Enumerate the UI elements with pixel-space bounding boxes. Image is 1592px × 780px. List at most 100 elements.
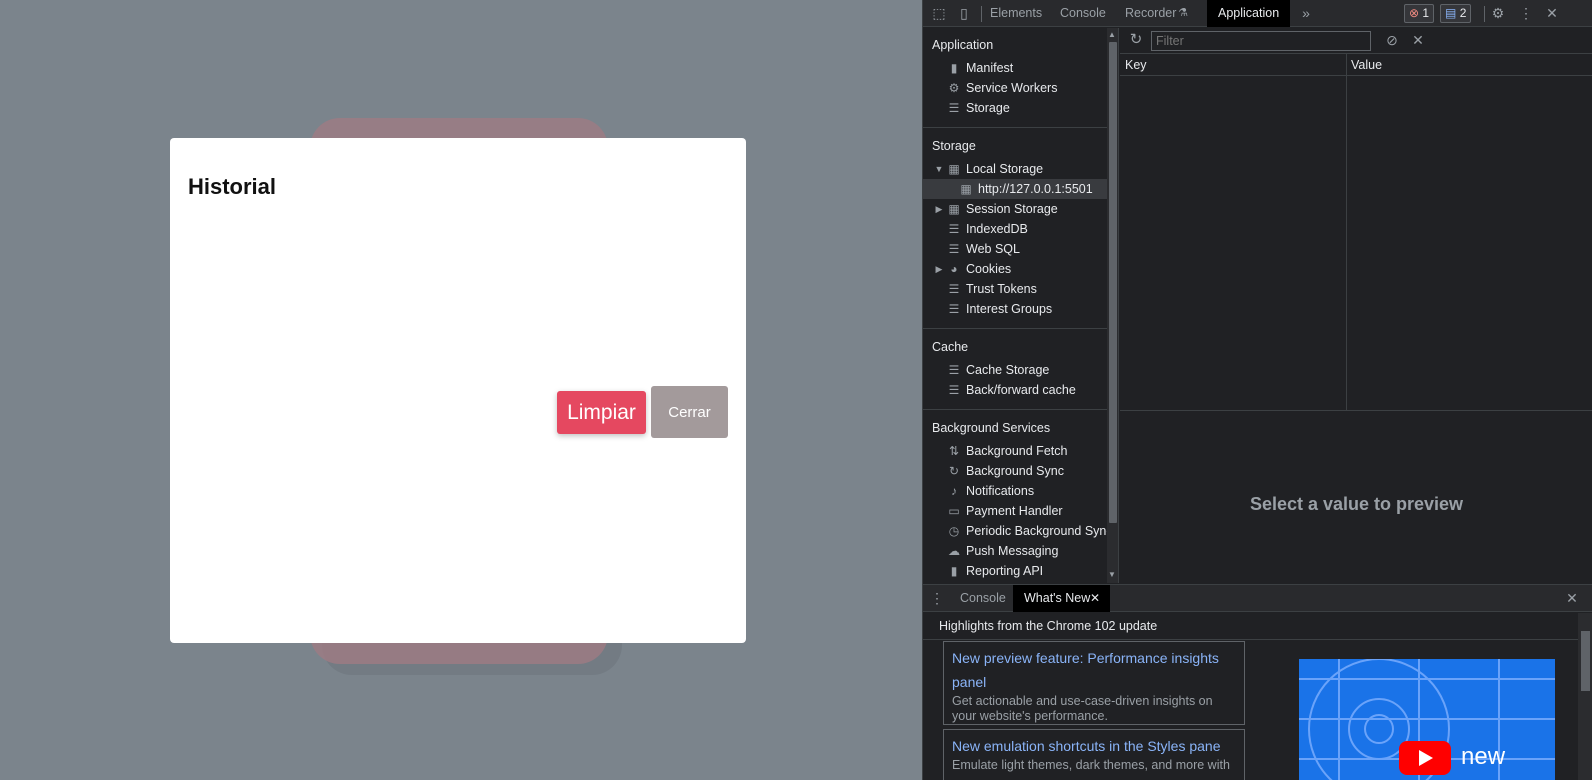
sidebar-item-reporting-api[interactable]: ▮ Reporting API	[923, 561, 1107, 581]
page-viewport: Historial Limpiar Cerrar	[0, 0, 922, 780]
flask-icon: ⚗	[1178, 7, 1188, 19]
refresh-icon[interactable]: ↻	[1127, 31, 1145, 49]
more-tabs-icon[interactable]: »	[1297, 4, 1315, 22]
document-icon: ▮	[950, 61, 958, 75]
sidebar-item-indexeddb[interactable]: ☰ IndexedDB	[923, 219, 1107, 239]
tab-console[interactable]: Console	[1049, 0, 1117, 27]
gear-icon[interactable]: ⚙	[1489, 4, 1507, 22]
table-grid-icon: ▦	[948, 202, 960, 216]
video-thumbnail[interactable]: new	[1299, 659, 1555, 780]
sidebar-item-payment-handler[interactable]: ▭ Payment Handler	[923, 501, 1107, 521]
sidebar-item-manifest[interactable]: ▮ Manifest	[923, 58, 1107, 78]
delete-selected-icon[interactable]: ✕	[1409, 31, 1427, 49]
sidebar-item-label: Storage	[966, 101, 1010, 115]
sidebar-item-label: Web SQL	[966, 242, 1020, 256]
credit-card-icon: ▭	[948, 504, 960, 518]
scroll-up-arrow-icon[interactable]: ▲	[1108, 30, 1116, 39]
sync-icon: ↻	[948, 464, 960, 478]
database-icon: ☰	[948, 302, 960, 316]
devtools-panel: ⬚ ▯ Elements Console Recorder ⚗ Applicat…	[922, 0, 1592, 780]
scroll-down-arrow-icon[interactable]: ▼	[1108, 570, 1116, 579]
device-toolbar-icon[interactable]: ▯	[955, 4, 973, 22]
sidebar-item-push-messaging[interactable]: ☁ Push Messaging	[923, 541, 1107, 561]
sidebar-scrollbar-thumb[interactable]	[1109, 42, 1117, 523]
table-grid-icon: ▦	[960, 182, 972, 196]
whats-new-header: Highlights from the Chrome 102 update	[923, 613, 1578, 640]
collapsed-triangle-icon[interactable]: ▶	[934, 259, 944, 279]
sidebar-header-storage: Storage	[932, 139, 976, 153]
column-header-value[interactable]: Value	[1346, 54, 1382, 76]
drawer-scrollbar-thumb[interactable]	[1581, 631, 1590, 691]
clear-button[interactable]: Limpiar	[557, 391, 646, 434]
database-icon: ☰	[948, 242, 960, 256]
close-tab-icon[interactable]: ✕	[1086, 589, 1104, 607]
sidebar-item-label: http://127.0.0.1:5501	[978, 182, 1093, 196]
sidebar-divider	[923, 127, 1107, 128]
sidebar-item-label: IndexedDB	[966, 222, 1028, 236]
sidebar-divider	[923, 328, 1107, 329]
sidebar-item-local-storage-origin[interactable]: ▦ http://127.0.0.1:5501	[923, 179, 1107, 199]
sidebar-item-back-forward-cache[interactable]: ☰ Back/forward cache	[923, 380, 1107, 400]
sidebar-item-service-workers[interactable]: ⚙ Service Workers	[923, 78, 1107, 98]
inspect-element-icon[interactable]: ⬚	[930, 4, 948, 22]
clear-all-icon[interactable]: ⊘	[1383, 31, 1401, 49]
filter-input[interactable]	[1151, 31, 1371, 51]
sidebar-item-trust-tokens[interactable]: ☰ Trust Tokens	[923, 279, 1107, 299]
kebab-menu-icon[interactable]: ⋮	[1517, 4, 1535, 22]
database-icon: ☰	[948, 222, 960, 236]
gear-icon: ⚙	[948, 81, 960, 95]
feature-card-title[interactable]: New preview feature: Performance insight…	[952, 646, 1236, 694]
sidebar-item-periodic-background-sync[interactable]: ◷ Periodic Background Sync	[923, 521, 1113, 541]
sidebar-header-background-services: Background Services	[932, 421, 1051, 435]
expanded-triangle-icon[interactable]: ▼	[934, 159, 944, 179]
collapsed-triangle-icon[interactable]: ▶	[934, 199, 944, 219]
sidebar-item-background-fetch[interactable]: ⇅ Background Fetch	[923, 441, 1107, 461]
feature-card[interactable]: New preview feature: Performance insight…	[943, 641, 1245, 725]
sidebar-item-label: Reporting API	[966, 564, 1044, 578]
sidebar-item-cookies[interactable]: ▶ ◕ Cookies	[923, 259, 1107, 279]
feature-card-description: Emulate light themes, dark themes, and m…	[952, 758, 1230, 772]
error-count: 1	[1422, 6, 1430, 20]
error-count-badge[interactable]: ⊗ 1	[1404, 4, 1435, 23]
clock-icon: ◷	[948, 524, 960, 538]
youtube-play-icon[interactable]	[1399, 741, 1451, 775]
message-count: 2	[1459, 6, 1467, 20]
feature-card-title[interactable]: New emulation shortcuts in the Styles pa…	[952, 734, 1236, 758]
sidebar-divider	[923, 409, 1107, 410]
sidebar-item-label: Periodic Background Sync	[966, 524, 1113, 538]
sidebar-item-label: Service Workers	[966, 81, 1058, 95]
table-preview-divider[interactable]	[1120, 410, 1592, 411]
sidebar-item-cache-storage[interactable]: ☰ Cache Storage	[923, 360, 1107, 380]
column-divider[interactable]	[1346, 54, 1347, 410]
history-modal: Historial Limpiar Cerrar	[170, 138, 746, 643]
sidebar-item-local-storage[interactable]: ▼ ▦ Local Storage	[923, 159, 1107, 179]
tab-elements[interactable]: Elements	[979, 0, 1053, 27]
sidebar-item-label: Background Sync	[966, 464, 1064, 478]
feature-card[interactable]: New emulation shortcuts in the Styles pa…	[943, 729, 1245, 780]
close-modal-button[interactable]: Cerrar	[651, 386, 728, 438]
sidebar-item-interest-groups[interactable]: ☰ Interest Groups	[923, 299, 1107, 319]
close-devtools-icon[interactable]: ✕	[1543, 4, 1561, 22]
feature-card-description: Get actionable and use-case-driven insig…	[952, 694, 1213, 723]
sidebar-item-background-sync[interactable]: ↻ Background Sync	[923, 461, 1107, 481]
column-header-key[interactable]: Key	[1120, 54, 1147, 76]
sidebar-header-cache: Cache	[932, 340, 969, 354]
drawer-menu-icon[interactable]: ⋮	[928, 589, 946, 607]
drawer-tab-console[interactable]: Console	[949, 585, 1017, 612]
preview-placeholder: Select a value to preview	[1249, 494, 1464, 514]
storage-table-header: Key Value	[1120, 54, 1592, 76]
message-count-badge[interactable]: ▤ 2	[1440, 4, 1472, 23]
sidebar-item-session-storage[interactable]: ▶ ▦ Session Storage	[923, 199, 1107, 219]
bell-icon: ♪	[951, 484, 957, 498]
drawer-tab-label: What's New	[1024, 591, 1091, 605]
sidebar-item-label: Background Fetch	[966, 444, 1068, 458]
sidebar-item-web-sql[interactable]: ☰ Web SQL	[923, 239, 1107, 259]
document-icon: ▮	[950, 564, 958, 578]
sidebar-item-label: Push Messaging	[966, 544, 1059, 558]
sidebar-item-storage[interactable]: ☰ Storage	[923, 98, 1107, 118]
tab-application[interactable]: Application	[1207, 0, 1291, 27]
sidebar-item-notifications[interactable]: ♪ Notifications	[923, 481, 1107, 501]
drawer-tabbar: ⋮ Console What's New ✕ ✕	[923, 585, 1592, 612]
sidebar-item-label: Payment Handler	[966, 504, 1063, 518]
close-drawer-icon[interactable]: ✕	[1563, 589, 1581, 607]
